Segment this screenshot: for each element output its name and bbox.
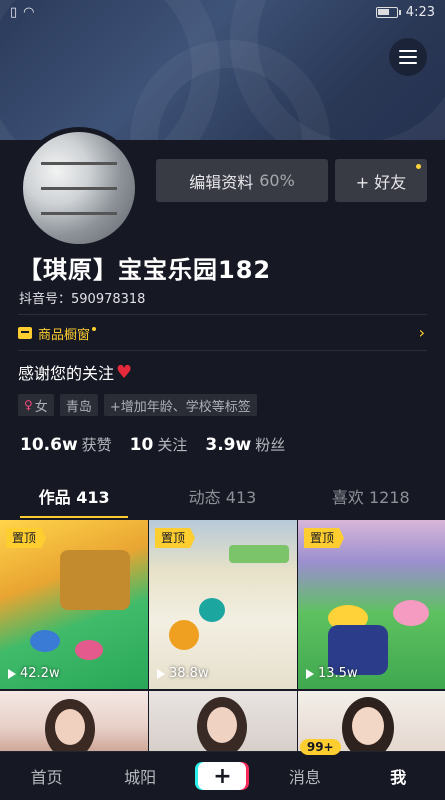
chevron-right-icon: › [418,323,425,342]
stat-followers[interactable]: 3.9w 粉丝 [205,434,285,455]
view-count: 38.8w [157,666,209,681]
tag-location: 青岛 [59,394,98,416]
add-friend-button[interactable]: + 好友 [335,159,427,202]
play-icon [157,668,165,679]
bio-text: 感谢您的关注 [18,364,115,383]
pinned-badge: 置顶 [304,528,345,548]
tab-works[interactable]: 作品 413 [0,480,148,518]
wifi-icon: ◠ [23,4,35,20]
content-tabs: 作品 413 动态 413 喜欢 1218 [0,480,445,518]
stat-following[interactable]: 10 关注 [130,434,188,455]
nav-city[interactable]: 城阳 [105,764,175,788]
nav-messages[interactable]: 99+ 消息 [270,739,341,788]
nav-home[interactable]: 首页 [12,764,82,788]
divider [18,350,427,351]
plus-icon: + [213,763,232,789]
video-thumbnail[interactable]: 置顶 42.2w [0,520,148,689]
bottom-nav: 首页 城阳 + 99+ 消息 我 [0,739,445,800]
profile-tags: ♀ 女 青岛 +增加年龄、学校等标签 [18,394,257,416]
pinned-badge: 置顶 [6,528,47,548]
video-thumbnail[interactable]: 置顶 38.8w [149,520,297,689]
battery-icon [375,6,401,18]
divider [18,314,427,315]
bio: 感谢您的关注 ♥ [18,360,132,384]
video-thumbnail[interactable] [0,691,148,751]
heart-icon: ♥ [116,361,133,383]
avatar[interactable] [18,127,140,249]
notification-dot [416,164,421,169]
add-friend-label: + 好友 [355,172,407,192]
edit-profile-percent: 60% [259,171,295,190]
nav-me[interactable]: 我 [363,764,433,788]
profile-name: 【琪原】宝宝乐园182 [18,256,272,284]
edit-profile-label: 编辑资料 [189,172,254,192]
tag-gender: ♀ 女 [18,394,54,416]
play-icon [306,668,314,679]
status-bar: ▯ ◠ 4:23 [0,0,445,24]
shop-icon [18,327,32,339]
clock: 4:23 [405,4,435,20]
add-tags-button[interactable]: +增加年龄、学校等标签 [103,394,257,416]
messages-badge: 99+ [299,739,341,755]
profile-page: ▯ ◠ 4:23 编辑资料 60% + 好友 【琪原】宝宝乐园182 抖音号：5… [0,0,445,800]
hamburger-icon [399,50,417,52]
menu-button[interactable] [389,38,427,76]
play-icon [8,668,16,679]
edit-profile-button[interactable]: 编辑资料 60% [156,159,328,202]
shop-label: 商品橱窗 [38,327,91,343]
female-icon: ♀ [24,398,33,412]
stat-likes[interactable]: 10.6w 获赞 [20,434,112,455]
shop-window-link[interactable]: 商品橱窗 › [18,322,427,344]
profile-stats: 10.6w 获赞 10 关注 3.9w 粉丝 [20,434,285,455]
pinned-badge: 置顶 [155,528,196,548]
douyin-id: 抖音号：590978318 [19,292,146,307]
video-thumbnail[interactable] [149,691,297,751]
view-count: 42.2w [8,666,60,681]
create-button[interactable]: + [198,762,247,790]
video-grid: 置顶 42.2w 置顶 38.8w 置顶 13.5w [0,520,445,751]
view-count: 13.5w [306,666,358,681]
tab-likes[interactable]: 喜欢 1218 [297,480,445,518]
video-thumbnail[interactable]: 置顶 13.5w [298,520,445,689]
sim-icon: ▯ [10,4,18,20]
tab-activity[interactable]: 动态 413 [148,480,296,518]
notification-dot [92,327,97,331]
